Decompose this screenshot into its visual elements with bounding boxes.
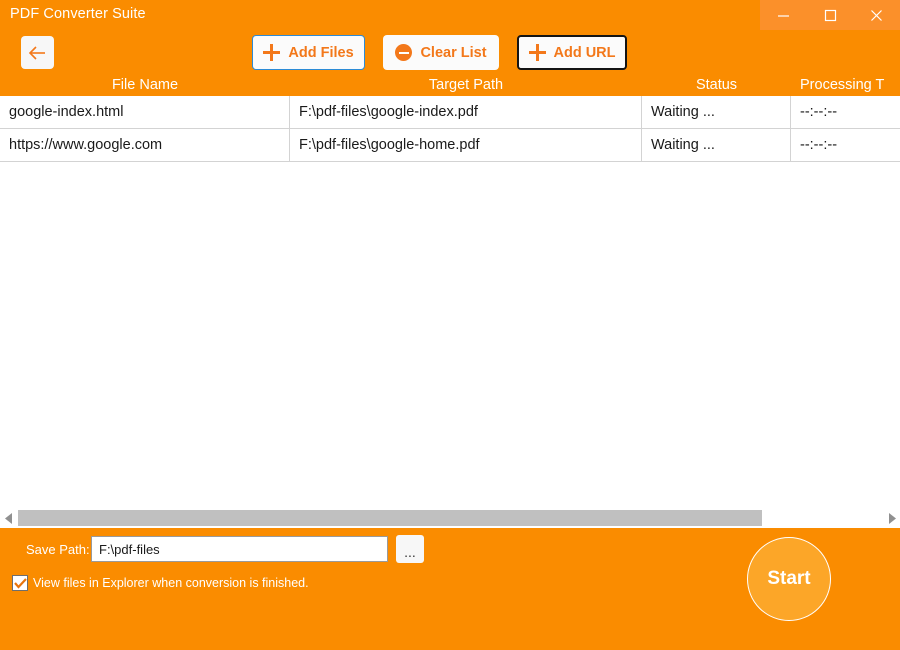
- cell-status: Waiting ...: [642, 129, 791, 161]
- column-header-file-name[interactable]: File Name: [0, 77, 290, 96]
- view-files-checkbox-label[interactable]: View files in Explorer when conversion i…: [33, 576, 309, 590]
- start-button[interactable]: Start: [747, 537, 831, 621]
- triangle-right-icon: [888, 513, 896, 524]
- column-header-target-path[interactable]: Target Path: [290, 77, 642, 96]
- cell-target-path: F:\pdf-files\google-home.pdf: [290, 129, 642, 161]
- plus-icon: [263, 44, 280, 61]
- cell-file-name: https://www.google.com: [0, 129, 290, 161]
- save-path-input[interactable]: [91, 536, 388, 562]
- cell-target-path: F:\pdf-files\google-index.pdf: [290, 96, 642, 128]
- clear-list-button[interactable]: Clear List: [383, 35, 499, 70]
- minimize-icon: [777, 9, 790, 22]
- clear-list-label: Clear List: [420, 45, 486, 61]
- cell-file-name: google-index.html: [0, 96, 290, 128]
- cell-status: Waiting ...: [642, 96, 791, 128]
- minus-circle-icon: [395, 44, 412, 61]
- add-url-label: Add URL: [554, 45, 616, 61]
- scroll-left-button[interactable]: [0, 508, 17, 528]
- minimize-button[interactable]: [760, 0, 807, 30]
- view-files-checkbox[interactable]: [12, 575, 28, 591]
- browse-button[interactable]: ...: [396, 535, 424, 563]
- scrollbar-thumb[interactable]: [18, 510, 762, 526]
- toolbar: Add Files Clear List Add URL: [0, 32, 900, 76]
- cell-processing-time: --:--:--: [791, 96, 900, 128]
- table-row[interactable]: google-index.html F:\pdf-files\google-in…: [0, 96, 900, 129]
- column-header-status[interactable]: Status: [642, 77, 791, 96]
- cell-processing-time: --:--:--: [791, 129, 900, 161]
- add-files-button[interactable]: Add Files: [252, 35, 365, 70]
- back-arrow-icon: [28, 45, 48, 61]
- triangle-left-icon: [5, 513, 13, 524]
- window-title: PDF Converter Suite: [10, 6, 146, 22]
- add-url-button[interactable]: Add URL: [517, 35, 627, 70]
- close-button[interactable]: [853, 0, 900, 30]
- plus-icon: [529, 44, 546, 61]
- file-list-panel: File Name Target Path Status Processing …: [0, 76, 900, 528]
- table-row[interactable]: https://www.google.com F:\pdf-files\goog…: [0, 129, 900, 162]
- table-body: google-index.html F:\pdf-files\google-in…: [0, 96, 900, 508]
- horizontal-scrollbar[interactable]: [0, 508, 900, 528]
- window-controls: [760, 0, 900, 30]
- title-bar: PDF Converter Suite: [0, 0, 900, 32]
- add-files-label: Add Files: [288, 45, 353, 61]
- column-header-processing-time[interactable]: Processing T: [791, 77, 900, 96]
- back-button[interactable]: [21, 36, 54, 69]
- table-header-row: File Name Target Path Status Processing …: [0, 76, 900, 96]
- maximize-button[interactable]: [807, 0, 854, 30]
- checkmark-icon: [14, 578, 27, 589]
- maximize-icon: [824, 9, 837, 22]
- save-path-label: Save Path:: [26, 542, 90, 557]
- close-icon: [870, 9, 883, 22]
- scroll-right-button[interactable]: [883, 508, 900, 528]
